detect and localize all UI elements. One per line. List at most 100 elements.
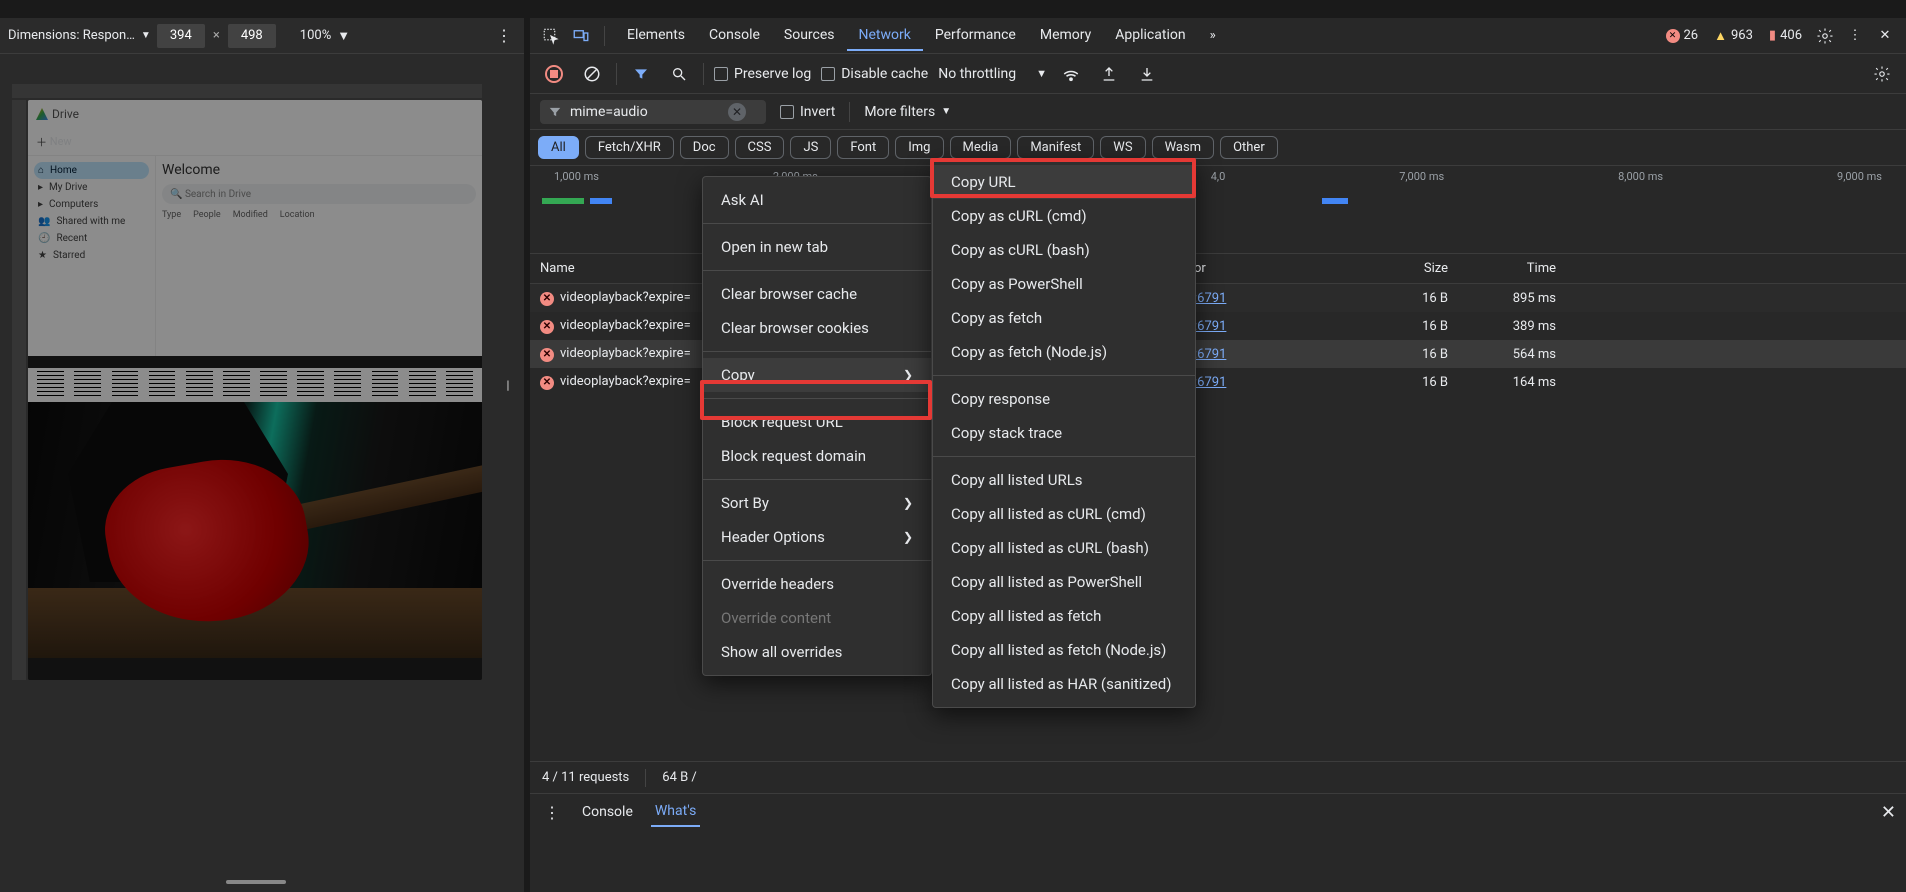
simulated-page[interactable]: Drive ＋ New ⌂Home ▸My Drive ▸Computers 👥… bbox=[28, 100, 482, 680]
type-filter-pills: All Fetch/XHR Doc CSSJS Font Img MediaManifest… bbox=[530, 130, 1906, 166]
error-count-badge[interactable]: ✕26 bbox=[1660, 26, 1705, 45]
menu-item-copy-all-listed-as-fetch[interactable]: Copy all listed as fetch bbox=[933, 599, 1195, 633]
tab-elements[interactable]: Elements bbox=[615, 21, 697, 50]
menu-item-copy-as-fetch-node-js-[interactable]: Copy as fetch (Node.js) bbox=[933, 335, 1195, 369]
menu-item-clear-browser-cookies[interactable]: Clear browser cookies bbox=[703, 311, 931, 345]
menu-item-copy-as-powershell[interactable]: Copy as PowerShell bbox=[933, 267, 1195, 301]
clear-button[interactable] bbox=[578, 60, 606, 88]
drawer-tab-whatsnew[interactable]: What's bbox=[651, 797, 700, 827]
menu-item-copy-as-curl-bash-[interactable]: Copy as cURL (bash) bbox=[933, 233, 1195, 267]
pill-manifest[interactable]: Manifest bbox=[1017, 136, 1094, 159]
menu-item-copy-all-listed-as-curl-bash-[interactable]: Copy all listed as cURL (bash) bbox=[933, 531, 1195, 565]
device-toggle-icon[interactable] bbox=[568, 23, 594, 49]
pill-img[interactable]: Img bbox=[895, 136, 943, 159]
pill-ws[interactable]: WS bbox=[1100, 136, 1145, 159]
menu-item-block-request-domain[interactable]: Block request domain bbox=[703, 439, 931, 473]
tab-application[interactable]: Application bbox=[1103, 21, 1197, 50]
drawer-menu-icon[interactable]: ⋮ bbox=[540, 803, 564, 822]
menu-item-copy-as-fetch[interactable]: Copy as fetch bbox=[933, 301, 1195, 335]
col-initiator[interactable]: or bbox=[1194, 261, 1344, 276]
chevron-right-icon: ❯ bbox=[903, 368, 913, 382]
menu-item-copy-all-listed-as-fetch-node-js-[interactable]: Copy all listed as fetch (Node.js) bbox=[933, 633, 1195, 667]
error-status-icon: ✕ bbox=[540, 376, 554, 390]
menu-item-ask-ai[interactable]: Ask AI bbox=[703, 183, 931, 217]
menu-item-copy-all-listed-as-har-sanitized-[interactable]: Copy all listed as HAR (sanitized) bbox=[933, 667, 1195, 701]
menu-item-copy-as-curl-cmd-[interactable]: Copy as cURL (cmd) bbox=[933, 199, 1195, 233]
pill-media[interactable]: Media bbox=[950, 136, 1012, 159]
col-size[interactable]: Size bbox=[1344, 261, 1458, 276]
upload-har-icon[interactable] bbox=[1095, 60, 1123, 88]
initiator-link[interactable]: :6791 bbox=[1194, 291, 1226, 306]
pill-js[interactable]: JS bbox=[790, 136, 831, 159]
network-toolbar: Preserve log Disable cache No throttling… bbox=[530, 54, 1906, 94]
settings-icon[interactable] bbox=[1868, 60, 1896, 88]
menu-item-open-in-new-tab[interactable]: Open in new tab bbox=[703, 230, 931, 264]
chevron-right-icon: ❯ bbox=[903, 496, 913, 510]
throttling-dropdown[interactable]: No throttling▼ bbox=[938, 66, 1047, 82]
record-button[interactable] bbox=[540, 60, 568, 88]
device-more-menu[interactable]: ⋮ bbox=[492, 26, 516, 45]
menu-item-copy-response[interactable]: Copy response bbox=[933, 382, 1195, 416]
dimensions-label: Dimensions: Respon… bbox=[8, 28, 135, 43]
menu-item-clear-browser-cache[interactable]: Clear browser cache bbox=[703, 277, 931, 311]
filter-input-wrap[interactable]: ✕ bbox=[540, 100, 766, 124]
col-time[interactable]: Time bbox=[1458, 261, 1566, 276]
device-viewport: Drive ＋ New ⌂Home ▸My Drive ▸Computers 👥… bbox=[0, 54, 524, 892]
download-har-icon[interactable] bbox=[1133, 60, 1161, 88]
menu-item-copy-url[interactable]: Copy URL bbox=[933, 165, 1195, 199]
drawer-close-icon[interactable]: ✕ bbox=[1881, 802, 1896, 823]
issue-count-badge[interactable]: ▮406 bbox=[1763, 26, 1808, 45]
zoom-dropdown[interactable]: 100% ▼ bbox=[300, 28, 350, 44]
pill-font[interactable]: Font bbox=[837, 136, 889, 159]
pill-wasm[interactable]: Wasm bbox=[1152, 136, 1215, 159]
tab-memory[interactable]: Memory bbox=[1028, 21, 1103, 50]
preserve-log-checkbox[interactable]: Preserve log bbox=[714, 66, 811, 82]
menu-item-sort-by[interactable]: Sort By❯ bbox=[703, 486, 931, 520]
menu-item-copy-all-listed-urls[interactable]: Copy all listed URLs bbox=[933, 463, 1195, 497]
menu-item-copy[interactable]: Copy❯ bbox=[703, 358, 931, 392]
pill-fetchxhr[interactable]: Fetch/XHR bbox=[585, 136, 674, 159]
menu-item-block-request-url[interactable]: Block request URL bbox=[703, 405, 931, 439]
height-input[interactable] bbox=[228, 24, 276, 48]
copy-submenu[interactable]: Copy URLCopy as cURL (cmd)Copy as cURL (… bbox=[932, 158, 1196, 708]
pill-all[interactable]: All bbox=[538, 136, 579, 159]
menu-item-override-headers[interactable]: Override headers bbox=[703, 567, 931, 601]
resize-handle-horizontal[interactable] bbox=[226, 880, 286, 884]
tab-network[interactable]: Network bbox=[847, 21, 923, 51]
inspect-icon[interactable] bbox=[538, 23, 564, 49]
filter-input[interactable] bbox=[570, 104, 720, 120]
tab-console[interactable]: Console bbox=[697, 21, 772, 50]
pill-doc[interactable]: Doc bbox=[680, 136, 729, 159]
menu-item-copy-all-listed-as-powershell[interactable]: Copy all listed as PowerShell bbox=[933, 565, 1195, 599]
dimensions-dropdown[interactable]: Dimensions: Respon… ▼ bbox=[8, 28, 151, 43]
context-menu[interactable]: Ask AI Open in new tab Clear browser cache… bbox=[702, 176, 932, 676]
pill-other[interactable]: Other bbox=[1220, 136, 1278, 159]
filter-icon[interactable] bbox=[627, 60, 655, 88]
initiator-link[interactable]: :6791 bbox=[1194, 319, 1226, 334]
menu-item-copy-all-listed-as-curl-cmd-[interactable]: Copy all listed as cURL (cmd) bbox=[933, 497, 1195, 531]
menu-item-show-all-overrides[interactable]: Show all overrides bbox=[703, 635, 931, 669]
kebab-menu-icon[interactable]: ⋮ bbox=[1842, 23, 1868, 49]
network-conditions-icon[interactable] bbox=[1057, 60, 1085, 88]
search-icon[interactable] bbox=[665, 60, 693, 88]
tab-sources[interactable]: Sources bbox=[772, 21, 847, 50]
width-input[interactable] bbox=[157, 24, 205, 48]
more-filters-dropdown[interactable]: More filters▼ bbox=[864, 104, 951, 120]
settings-icon[interactable] bbox=[1812, 23, 1838, 49]
pill-css[interactable]: CSS bbox=[735, 136, 785, 159]
menu-item-copy-stack-trace[interactable]: Copy stack trace bbox=[933, 416, 1195, 450]
initiator-link[interactable]: :6791 bbox=[1194, 375, 1226, 390]
clear-filter-icon[interactable]: ✕ bbox=[728, 103, 746, 121]
menu-item-header-options[interactable]: Header Options❯ bbox=[703, 520, 931, 554]
tab-performance[interactable]: Performance bbox=[923, 21, 1028, 50]
warning-count-badge[interactable]: ▲963 bbox=[1708, 26, 1759, 46]
more-tabs-icon[interactable]: » bbox=[1202, 22, 1224, 49]
invert-checkbox[interactable]: Invert bbox=[780, 104, 835, 120]
initiator-link[interactable]: :6791 bbox=[1194, 347, 1226, 362]
chevron-down-icon: ▼ bbox=[141, 30, 151, 41]
close-devtools-icon[interactable]: ✕ bbox=[1872, 23, 1898, 49]
request-time: 164 ms bbox=[1458, 375, 1566, 390]
drawer-tab-console[interactable]: Console bbox=[578, 798, 637, 826]
resize-handle-vertical[interactable]: || bbox=[506, 378, 508, 392]
disable-cache-checkbox[interactable]: Disable cache bbox=[821, 66, 928, 82]
